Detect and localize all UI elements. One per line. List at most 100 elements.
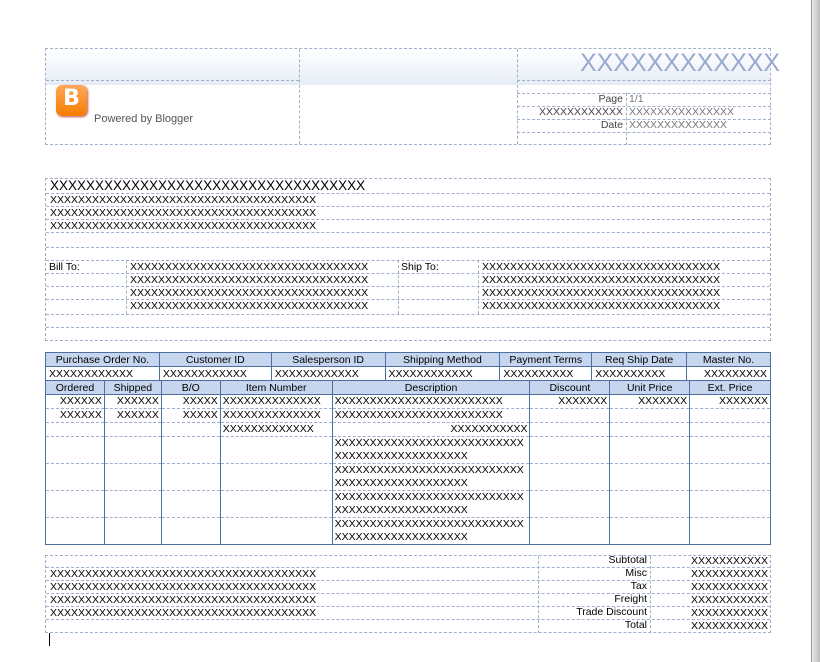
- total-value: XXXXXXXXXXX: [690, 620, 768, 632]
- ordered-cell: [45, 463, 105, 491]
- company-address-line: XXXXXXXXXXXXXXXXXXXXXXXXXXXXXXXXXXXXXX: [50, 207, 317, 219]
- address-rule: [46, 232, 770, 233]
- table-row: XXXXXXXXXXXXXXXXXXXXXXXXXXXXXXXXXXXXXXXX…: [45, 517, 771, 545]
- discount-cell: [529, 436, 611, 464]
- ordered-cell: XXXXXX: [45, 394, 105, 409]
- bo-cell: [160, 436, 221, 464]
- bill-to-line: XXXXXXXXXXXXXXXXXXXXXXXXXXXXXXXXXX: [130, 274, 369, 286]
- customer-id-value: XXXXXXXXXXXX: [158, 366, 272, 381]
- po-number-value: XXXXXXXXXXXX: [45, 366, 160, 381]
- reference-value: XXXXXXXXXXXXXXX: [629, 106, 735, 118]
- ordered-cell: [45, 436, 105, 464]
- bo-cell: [160, 422, 221, 437]
- trade-discount-value: XXXXXXXXXXX: [690, 607, 768, 619]
- unit-price-cell: [609, 436, 691, 464]
- item-number-cell: [219, 490, 333, 518]
- bo-cell: [160, 517, 221, 545]
- description-cell: XXXXXXXXXXXXXXXXXXXXXXXX: [331, 394, 531, 409]
- text-cursor[interactable]: [49, 633, 50, 646]
- header-divider: [299, 49, 300, 144]
- page-value: 1/1: [629, 93, 644, 105]
- line-items-table: Ordered Shipped B/O Item Number Descript…: [45, 380, 771, 545]
- unit-price-cell: [609, 517, 691, 545]
- salesperson-id-header: Salesperson ID: [270, 352, 386, 367]
- order-header-row: Purchase Order No. Customer ID Salespers…: [45, 352, 771, 367]
- table-row: XXXXXX XXXXXX XXXXX XXXXXXXXXXXXXX XXXXX…: [45, 408, 771, 423]
- item-number-cell: [219, 517, 333, 545]
- company-title: XXXXXXXXXXXX: [580, 49, 781, 77]
- ext-price-cell: [689, 408, 771, 423]
- ordered-header: Ordered: [45, 380, 105, 395]
- ext-price-header: Ext. Price: [689, 380, 771, 395]
- ordered-cell: [45, 517, 105, 545]
- page-label: Page: [598, 93, 623, 105]
- discount-cell: [529, 490, 611, 518]
- ship-to-label: Ship To:: [401, 261, 439, 273]
- shipped-cell: XXXXXX: [103, 408, 162, 423]
- discount-header: Discount: [529, 380, 611, 395]
- blogger-logo-icon[interactable]: B: [56, 85, 87, 116]
- freight-value: XXXXXXXXXXX: [690, 594, 768, 606]
- customer-id-header: Customer ID: [158, 352, 272, 367]
- misc-value: XXXXXXXXXXX: [690, 568, 768, 580]
- items-header-row: Ordered Shipped B/O Item Number Descript…: [45, 380, 771, 395]
- address-rule: [46, 327, 770, 328]
- bill-to-label: Bill To:: [49, 261, 80, 273]
- shipped-cell: [103, 463, 162, 491]
- shipped-cell: [103, 517, 162, 545]
- master-no-header: Master No.: [686, 352, 771, 367]
- discount-cell: XXXXXXX: [529, 394, 611, 409]
- item-number-cell: [219, 436, 333, 464]
- po-number-header: Purchase Order No.: [45, 352, 160, 367]
- header-divider: [517, 49, 518, 144]
- company-address-line: XXXXXXXXXXXXXXXXXXXXXXXXXXXXXXXXXXXXXX: [50, 194, 317, 206]
- ext-price-cell: [689, 422, 771, 437]
- req-ship-date-text: Req Ship Date: [604, 353, 674, 366]
- total-label: Total: [624, 619, 647, 631]
- document-header: B Powered by Blogger XXXXXXXXXXXX Page 1…: [45, 48, 780, 145]
- discount-cell: [529, 517, 611, 545]
- table-row: XXXXXXXXXXXXXXXXXXXXXXXXXXXXXXXXXXXXXXXX…: [45, 463, 771, 491]
- shipped-cell: [103, 422, 162, 437]
- address-rule: [46, 247, 770, 248]
- address-block: XXXXXXXXXXXXXXXXXXXXXXXXXXXXXXXXXXX XXXX…: [45, 178, 771, 341]
- description-cell: XXXXXXXXXXXXXXXXXXXXXXXX: [331, 408, 531, 423]
- ext-price-cell: [689, 463, 771, 491]
- unit-price-cell: XXXXXXX: [609, 394, 691, 409]
- description-cell: XXXXXXXXXXX: [331, 422, 531, 437]
- shipped-cell: XXXXXX: [103, 394, 162, 409]
- powered-by-text[interactable]: Powered by Blogger: [94, 113, 193, 125]
- notes-line: XXXXXXXXXXXXXXXXXXXXXXXXXXXXXXXXXXXXXX: [50, 568, 317, 580]
- discount-cell: [529, 408, 611, 423]
- ship-to-line: XXXXXXXXXXXXXXXXXXXXXXXXXXXXXXXXXX: [482, 287, 721, 299]
- subtotal-value: XXXXXXXXXXX: [690, 555, 768, 567]
- master-no-value: XXXXXXXXX: [686, 366, 771, 381]
- bill-to-divider: [126, 260, 127, 314]
- unit-price-cell: [609, 490, 691, 518]
- trade-discount-label: Trade Discount: [576, 606, 647, 618]
- bill-to-line: XXXXXXXXXXXXXXXXXXXXXXXXXXXXXXXXXX: [130, 300, 369, 312]
- backorder-header: B/O: [160, 380, 221, 395]
- ext-price-cell: [689, 517, 771, 545]
- tax-value: XXXXXXXXXXX: [690, 581, 768, 593]
- req-ship-date-header: Req Ship Date: [591, 352, 688, 367]
- page-shadow: [812, 0, 820, 662]
- shipped-header: Shipped: [103, 380, 162, 395]
- notes-line: XXXXXXXXXXXXXXXXXXXXXXXXXXXXXXXXXXXXXX: [50, 607, 317, 619]
- ordered-cell: [45, 422, 105, 437]
- table-row: XXXXXXXXXXXXXXXXXXXXXXXXXXXXXXXXXXXXXXXX…: [45, 436, 771, 464]
- bo-cell: XXXXX: [160, 408, 221, 423]
- totals-rule: [46, 619, 770, 620]
- salesperson-id-value: XXXXXXXXXXXX: [270, 366, 386, 381]
- bill-to-line: XXXXXXXXXXXXXXXXXXXXXXXXXXXXXXXXXX: [130, 287, 369, 299]
- bo-cell: [160, 463, 221, 491]
- subtotal-label: Subtotal: [608, 554, 647, 566]
- bo-cell: XXXXX: [160, 394, 221, 409]
- ship-to-divider: [478, 260, 479, 314]
- freight-label: Freight: [614, 593, 647, 605]
- ship-to-divider: [398, 260, 399, 314]
- header-divider: [626, 93, 627, 145]
- notes-line: XXXXXXXXXXXXXXXXXXXXXXXXXXXXXXXXXXXXXX: [50, 581, 317, 593]
- unit-price-cell: [609, 408, 691, 423]
- ordered-cell: [45, 490, 105, 518]
